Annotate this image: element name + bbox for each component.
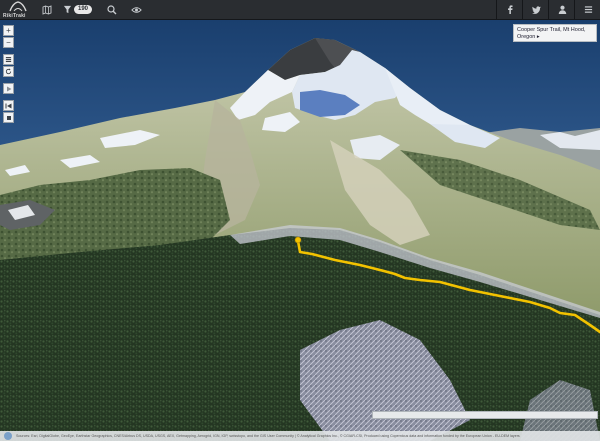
popup-arrow-icon[interactable]: ▸ (537, 34, 540, 40)
top-bar-right (492, 0, 596, 20)
refresh-button[interactable] (3, 66, 14, 77)
app-window: RikiTraki 190 + − Cooper Spur Trail, Mt … (0, 0, 600, 441)
divider (522, 0, 523, 20)
refresh-icon (5, 68, 12, 75)
trail-start-marker[interactable] (294, 236, 302, 244)
map-icon[interactable] (39, 2, 55, 18)
zoom-out-button[interactable]: − (3, 37, 14, 48)
filter-count-badge: 190 (74, 5, 93, 14)
eye-icon[interactable] (128, 2, 144, 18)
esri-logo-icon (4, 432, 12, 440)
user-icon[interactable] (554, 2, 570, 18)
attribution-text: Sources: Esri, DigitalGlobe, GeoEye, Ear… (16, 434, 520, 438)
facebook-icon[interactable] (502, 2, 518, 18)
trail-info-popup[interactable]: Cooper Spur Trail, Mt Hood, Oregon ▸ (513, 24, 597, 42)
rewind-icon (5, 103, 12, 108)
zoom-in-button[interactable]: + (3, 25, 14, 36)
divider (548, 0, 549, 20)
rewind-button[interactable] (3, 100, 14, 111)
logo-icon (9, 0, 27, 11)
stop-icon (6, 115, 11, 120)
attribution-bar: Sources: Esri, DigitalGlobe, GeoEye, Ear… (0, 431, 600, 441)
divider (496, 0, 497, 20)
twitter-icon[interactable] (528, 2, 544, 18)
play-icon (6, 86, 11, 91)
trail-title: Cooper Spur Trail, Mt Hood, Oregon (517, 27, 586, 40)
top-bar: RikiTraki 190 (0, 0, 600, 20)
filter-button[interactable]: 190 (63, 5, 93, 14)
map-3d-view[interactable] (0, 20, 600, 441)
timeline-bar[interactable] (372, 411, 598, 419)
logo-text: RikiTraki (3, 12, 26, 19)
divider (574, 0, 575, 20)
filter-icon (63, 5, 72, 14)
search-icon[interactable] (104, 2, 120, 18)
logo[interactable]: RikiTraki (3, 0, 33, 20)
layers-button[interactable] (3, 54, 14, 65)
layers-icon (5, 57, 12, 63)
play-button[interactable] (3, 83, 14, 94)
map-controls: + − (3, 25, 14, 124)
menu-icon[interactable] (580, 2, 596, 18)
stop-button[interactable] (3, 112, 14, 123)
